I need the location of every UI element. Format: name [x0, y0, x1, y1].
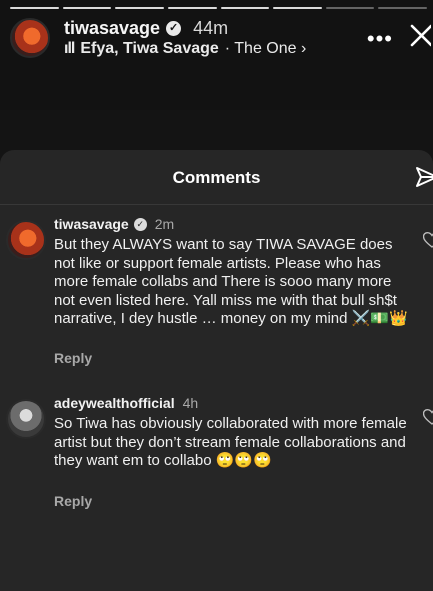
progress-segment	[220, 7, 270, 9]
comment-time: 4h	[182, 395, 199, 411]
story-user-line: tiwasavage ✓ 44m	[64, 18, 228, 39]
comment-time: 2m	[154, 216, 175, 232]
comment-item: adeywealthofficial 4h So Tiwa has obviou…	[0, 395, 433, 515]
story-header: tiwasavage ✓ 44m ıll Efya, Tiwa Savage ·…	[10, 16, 433, 58]
progress-segment	[378, 7, 427, 9]
comment-username[interactable]: adeywealthofficial	[54, 395, 175, 411]
reply-button[interactable]: Reply	[54, 493, 92, 509]
comments-title: Comments	[172, 168, 261, 187]
verified-badge-icon: ✓	[166, 21, 182, 36]
comment-text: So Tiwa has obviously collaborated with …	[54, 415, 407, 469]
divider	[0, 204, 433, 205]
progress-segment	[115, 7, 164, 9]
story-username[interactable]: tiwasavage	[64, 18, 160, 39]
reply-button[interactable]: Reply	[54, 350, 92, 366]
music-bars-icon: ıll	[64, 40, 75, 57]
verified-badge-icon: ✓	[133, 217, 147, 231]
avatar[interactable]	[6, 399, 46, 439]
send-icon[interactable]	[415, 165, 433, 189]
avatar[interactable]	[6, 220, 46, 260]
music-sticker[interactable]: ıll Efya, Tiwa Savage · The One ›	[64, 40, 306, 58]
close-icon[interactable]	[409, 18, 431, 52]
progress-segment	[273, 7, 322, 9]
comment-header: adeywealthofficial 4h	[54, 395, 198, 411]
heart-icon[interactable]	[423, 409, 433, 425]
story-progress-bar	[10, 7, 427, 9]
music-artist: Efya, Tiwa Savage	[80, 40, 219, 57]
story-avatar[interactable]	[10, 18, 50, 58]
comment-item: tiwasavage ✓ 2m But they ALWAYS want to …	[0, 216, 433, 376]
progress-segment	[10, 7, 59, 9]
progress-segment	[167, 7, 217, 9]
comment-text: But they ALWAYS want to say TIWA SAVAGE …	[54, 236, 408, 327]
more-options-icon[interactable]: •••	[367, 26, 393, 52]
comment-header: tiwasavage ✓ 2m	[54, 216, 174, 232]
comment-username[interactable]: tiwasavage	[54, 216, 129, 232]
story-viewer-top: tiwasavage ✓ 44m ıll Efya, Tiwa Savage ·…	[0, 0, 433, 110]
progress-segment	[62, 7, 112, 9]
comments-sheet: Comments tiwasavage ✓ 2m But they ALWAYS…	[0, 150, 433, 591]
heart-icon[interactable]	[423, 232, 433, 248]
music-song: · The One ›	[224, 40, 307, 57]
story-time: 44m	[193, 18, 229, 38]
progress-segment	[325, 7, 375, 9]
